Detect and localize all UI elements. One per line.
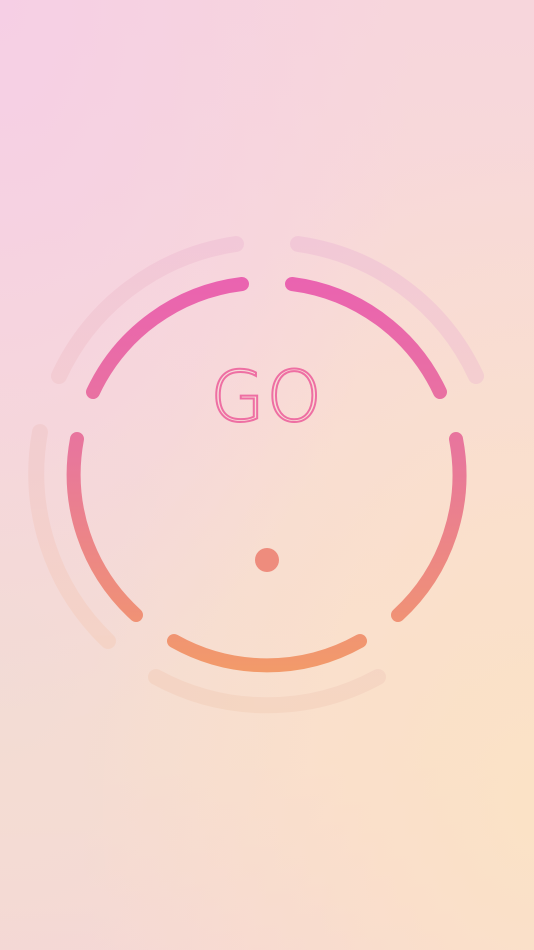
ring-segment-left[interactable]: [66, 432, 143, 622]
outer-ghost-ring: [28, 236, 484, 714]
ghost-segment-bottom: [148, 669, 386, 714]
ring-segment-bottom[interactable]: [167, 634, 367, 673]
ring-segment-right[interactable]: [391, 432, 467, 622]
go-button[interactable]: GO: [167, 352, 367, 442]
main-ring[interactable]: [66, 277, 467, 673]
game-board: [28, 236, 484, 714]
ball: [255, 548, 279, 572]
